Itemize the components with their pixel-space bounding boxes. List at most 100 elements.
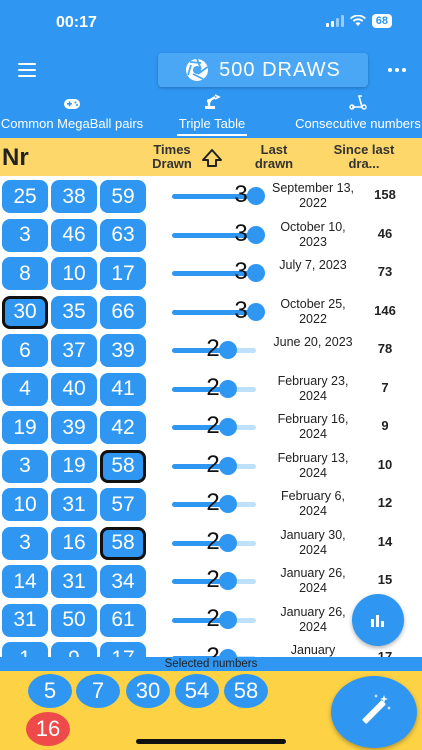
number-ball[interactable]: 3	[2, 526, 48, 560]
table-row[interactable]: 4 40 41 2 February 23, 2024 7	[0, 370, 422, 409]
number-ball[interactable]: 42	[100, 411, 146, 444]
table-row[interactable]: 19 39 42 2 February 16, 2024 9	[0, 408, 422, 447]
number-ball[interactable]: 50	[51, 603, 97, 637]
draws-count-label: 500 DRAWS	[219, 58, 341, 81]
number-ball[interactable]: 57	[100, 488, 146, 521]
scooter-icon	[278, 94, 422, 116]
times-drawn-value: 2	[206, 373, 220, 401]
table-row[interactable]: 3 16 58 2 January 30, 2024 14	[0, 524, 422, 563]
number-ball[interactable]: 19	[2, 411, 48, 444]
number-ball[interactable]: 58	[100, 526, 146, 560]
table-row[interactable]: 3 46 63 3 October 10, 2023 46	[0, 216, 422, 255]
more-options-icon[interactable]	[388, 68, 406, 72]
robot-arm-icon	[166, 94, 258, 116]
tab-triple-table[interactable]: Triple Table	[166, 94, 258, 138]
draws-since-last: 78	[377, 341, 393, 356]
table-row[interactable]: 19172January17	[0, 639, 422, 657]
selected-ball[interactable]: 7	[76, 674, 120, 708]
draws-since-last: 14	[377, 533, 393, 549]
cellular-signal-icon	[325, 15, 344, 27]
tab-label: Triple Table	[176, 116, 248, 136]
number-ball[interactable]: 19	[51, 449, 97, 483]
draws-since-last: 10	[377, 456, 393, 472]
number-ball[interactable]: 8	[2, 257, 48, 290]
sort-ascending-icon[interactable]	[200, 148, 224, 173]
magic-wand-icon	[362, 694, 391, 724]
wifi-icon	[349, 15, 366, 26]
times-drawn-value: 2	[206, 412, 220, 439]
hamburger-menu-icon[interactable]	[18, 63, 36, 81]
number-ball[interactable]: 17	[100, 257, 146, 290]
generate-fab-button[interactable]	[331, 676, 417, 748]
number-ball[interactable]: 4	[2, 372, 48, 406]
bar-chart-icon	[371, 615, 384, 627]
number-ball[interactable]: 25	[2, 180, 48, 213]
number-ball[interactable]: 17	[100, 642, 146, 657]
last-drawn-date: June 20, 2023	[273, 335, 353, 349]
number-ball[interactable]: 9	[51, 642, 97, 657]
number-ball[interactable]: 31	[51, 565, 97, 598]
last-drawn-date: February 13, 2024	[277, 450, 349, 480]
number-ball[interactable]: 66	[100, 295, 146, 329]
app-header: 00:17 68 500 DRAWS	[0, 0, 422, 94]
number-ball[interactable]: 59	[100, 180, 146, 213]
number-ball[interactable]: 3	[2, 449, 48, 483]
table-row[interactable]: 25 38 59 3 September 13, 2022 158	[0, 177, 422, 216]
column-nr[interactable]: Nr	[2, 144, 29, 172]
column-times-drawn[interactable]: Times Drawn	[146, 143, 198, 171]
number-ball[interactable]: 31	[2, 603, 48, 637]
last-drawn-date: October 10, 2023	[280, 219, 346, 249]
number-ball[interactable]: 40	[51, 372, 97, 406]
number-ball[interactable]: 37	[51, 334, 97, 367]
number-ball[interactable]: 39	[100, 334, 146, 367]
table-row[interactable]: 3 19 58 2 February 13, 2024 10	[0, 447, 422, 486]
tab-consecutive-numbers[interactable]: Consecutive numbers	[278, 94, 422, 138]
number-ball[interactable]: 58	[100, 449, 146, 483]
number-ball[interactable]: 14	[2, 565, 48, 598]
tab-common-megaball-pairs[interactable]: Common MegaBall pairs	[0, 94, 152, 138]
number-ball[interactable]: 31	[51, 488, 97, 521]
column-since-last-drawn[interactable]: Since last dra...	[326, 143, 402, 171]
draws-since-last: 158	[374, 187, 396, 202]
aperture-icon	[186, 58, 209, 81]
number-ball[interactable]: 10	[51, 257, 97, 290]
triple-table[interactable]: 25 38 59 3 September 13, 2022 158 3 46 63 3 Octobe…	[0, 176, 422, 657]
number-ball[interactable]: 38	[51, 180, 97, 213]
times-drawn-value: 3	[234, 181, 248, 208]
number-ball[interactable]: 35	[51, 295, 97, 329]
number-ball[interactable]: 30	[2, 295, 48, 329]
selected-ball[interactable]: 54	[175, 674, 219, 708]
number-ball[interactable]: 41	[100, 372, 146, 406]
selected-ball[interactable]: 58	[224, 674, 268, 708]
draws-since-last: 146	[374, 302, 396, 318]
battery-indicator: 68	[371, 14, 392, 28]
table-header: Nr Times Drawn Last drawn Since last dra…	[0, 138, 422, 176]
draws-since-last: 15	[377, 572, 393, 587]
number-ball[interactable]: 34	[100, 565, 146, 598]
selected-megaball[interactable]: 16	[26, 712, 70, 746]
times-drawn-value: 3	[234, 296, 248, 324]
times-drawn-value: 3	[234, 219, 248, 247]
selected-ball[interactable]: 5	[28, 674, 72, 708]
number-ball[interactable]: 1	[2, 642, 48, 657]
number-ball[interactable]: 6	[2, 334, 48, 367]
number-ball[interactable]: 3	[2, 218, 48, 252]
column-last-drawn[interactable]: Last drawn	[248, 143, 300, 171]
number-ball[interactable]: 39	[51, 411, 97, 444]
statistics-fab-button[interactable]	[352, 594, 404, 646]
table-row[interactable]: 30 35 66 3 October 25, 2022 146	[0, 293, 422, 332]
number-ball[interactable]: 10	[2, 488, 48, 521]
table-row[interactable]: 10 31 57 2 February 6, 2024 12	[0, 485, 422, 524]
table-row[interactable]: 6 37 39 2 June 20, 2023 78	[0, 331, 422, 370]
number-ball[interactable]: 46	[51, 218, 97, 252]
table-row[interactable]: 14 31 34 2 January 26, 2024 15	[0, 562, 422, 601]
times-drawn-value: 2	[206, 489, 220, 516]
draws-count-button[interactable]: 500 DRAWS	[158, 53, 368, 87]
table-row[interactable]: 8 10 17 3 July 7, 2023 73	[0, 254, 422, 293]
number-ball[interactable]: 63	[100, 218, 146, 252]
status-time: 00:17	[56, 14, 97, 31]
number-ball[interactable]: 61	[100, 603, 146, 637]
number-ball[interactable]: 16	[51, 526, 97, 560]
times-drawn-value: 2	[206, 527, 220, 555]
selected-ball[interactable]: 30	[126, 674, 170, 708]
